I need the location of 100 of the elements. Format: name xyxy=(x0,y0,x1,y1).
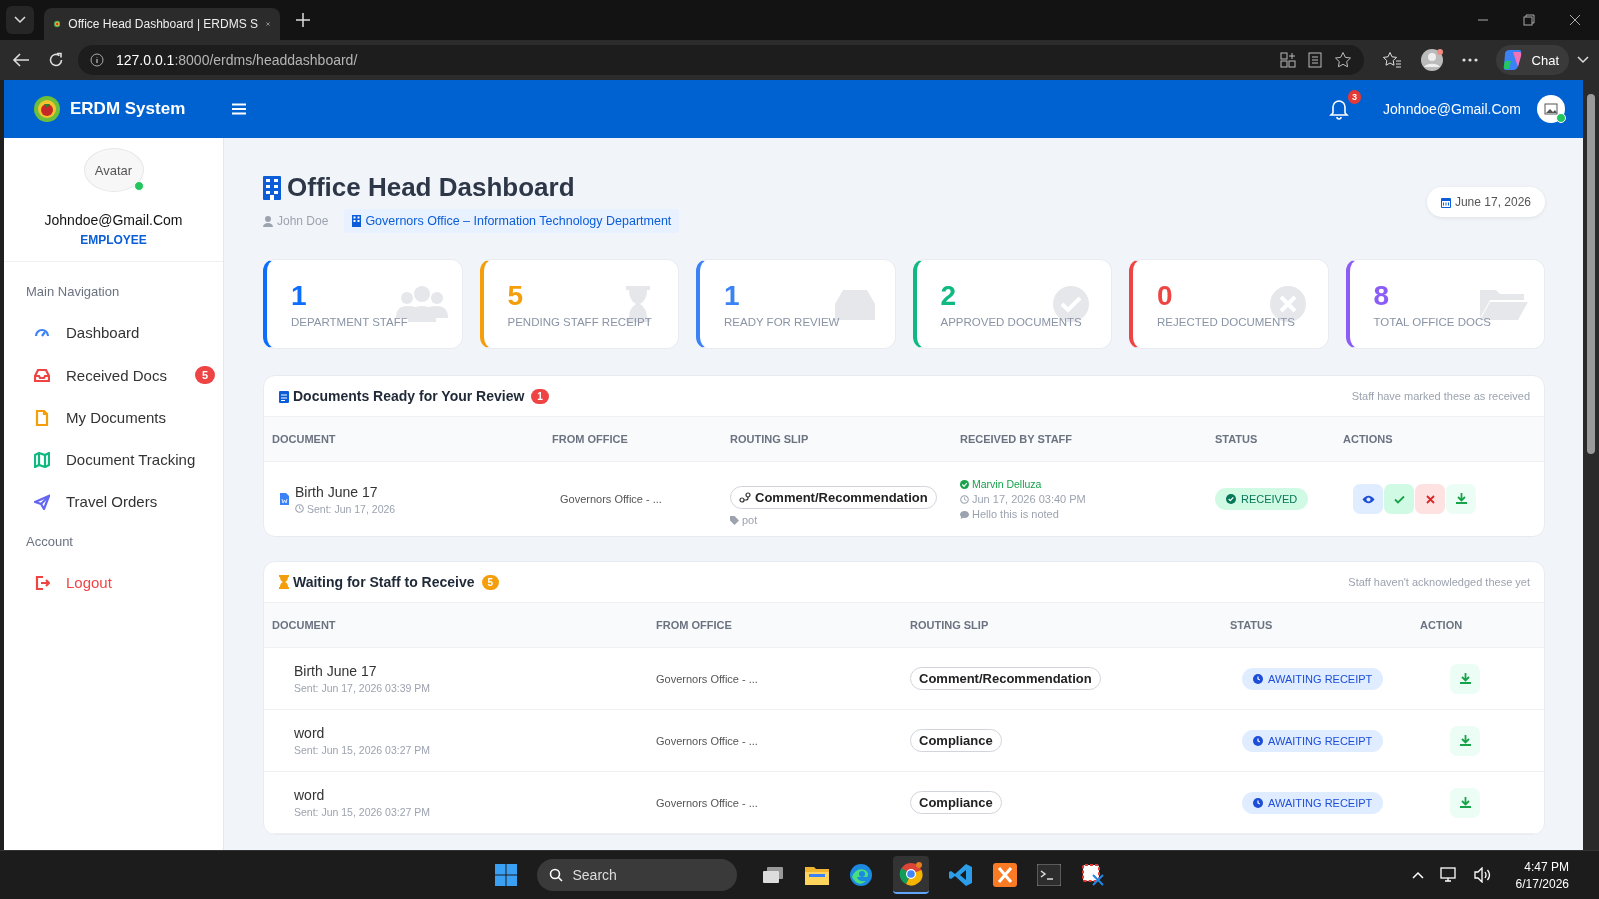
favorites-icon[interactable] xyxy=(1381,51,1402,69)
sent-date: Sent: Jun 15, 2026 03:27 PM xyxy=(294,806,431,818)
folder-icon[interactable] xyxy=(804,865,829,885)
stat-label: READY FOR REVIEW xyxy=(724,316,841,328)
start-icon[interactable] xyxy=(494,864,517,886)
tab-list-button[interactable] xyxy=(6,6,34,34)
user-email: Johndoe@Gmail.Com xyxy=(44,212,183,228)
code-editor-icon[interactable] xyxy=(948,863,973,887)
server-app-icon[interactable] xyxy=(992,863,1017,887)
restore-icon[interactable] xyxy=(1523,14,1535,26)
user-avatar[interactable] xyxy=(1537,95,1565,123)
close-icon[interactable] xyxy=(1569,14,1581,26)
calendar-icon xyxy=(1440,196,1451,208)
section-heading: Account xyxy=(25,533,74,551)
column-header: FROM OFFICE xyxy=(656,619,733,631)
hourglass-icon xyxy=(279,575,289,589)
column-header: FROM OFFICE xyxy=(552,433,629,445)
stat-value: 1 xyxy=(724,280,740,312)
search-icon xyxy=(548,868,563,882)
column-header: DOCUMENT xyxy=(272,433,337,445)
profile-icon[interactable] xyxy=(1419,48,1444,72)
download-button[interactable] xyxy=(1446,484,1476,514)
back-icon[interactable] xyxy=(12,52,30,68)
download-button[interactable] xyxy=(1450,787,1480,818)
browser-taskbar-button[interactable] xyxy=(892,856,929,894)
nav-item[interactable]: My Documents xyxy=(4,396,223,438)
chevron-up-icon[interactable] xyxy=(1411,871,1424,879)
snipping-tool-icon[interactable] xyxy=(1080,863,1105,887)
nav-item[interactable]: Dashboard xyxy=(4,311,223,353)
info-icon xyxy=(90,53,104,67)
clock-icon xyxy=(1253,797,1263,808)
clock-icon xyxy=(1253,673,1263,684)
menu-icon[interactable] xyxy=(232,103,246,115)
online-indicator xyxy=(1556,113,1566,123)
panel-title: Documents Ready for Your Review xyxy=(293,388,525,404)
chevron-down-icon[interactable] xyxy=(1577,56,1589,64)
url-path: :8000/erdms/headdashboard/ xyxy=(174,52,358,68)
close-icon[interactable] xyxy=(266,19,270,29)
apps-icon[interactable] xyxy=(1279,52,1296,68)
user-name: John Doe xyxy=(277,214,329,228)
browser-icon xyxy=(898,862,923,886)
view-button[interactable] xyxy=(1353,484,1383,514)
column-header: RECEIVED BY STAFF xyxy=(960,433,1074,445)
nav-item[interactable]: Document Tracking xyxy=(4,438,223,480)
check-circle-icon xyxy=(960,479,969,489)
more-icon[interactable] xyxy=(1461,58,1478,62)
task-view-icon[interactable] xyxy=(760,865,785,885)
system-clock[interactable]: 4:47 PM 6/17/2026 xyxy=(1515,859,1569,891)
document-name: Birth June 17 xyxy=(294,663,378,679)
stat-value: 2 xyxy=(940,280,957,312)
panel-title: Waiting for Staff to Receive xyxy=(293,574,475,590)
download-button[interactable] xyxy=(1450,725,1480,756)
user-icon xyxy=(263,215,273,227)
network-icon[interactable] xyxy=(1439,867,1458,883)
date-badge: June 17, 2026 xyxy=(1426,187,1545,217)
sent-date: Sent: Jun 17, 2026 xyxy=(295,502,396,515)
star-icon[interactable] xyxy=(1333,51,1352,69)
download-icon xyxy=(1455,493,1467,505)
document-name: Birth June 17 xyxy=(295,483,379,500)
notification-count: 3 xyxy=(1348,90,1362,104)
clipboard-icon xyxy=(279,389,289,403)
new-tab-icon[interactable] xyxy=(296,13,310,27)
office-name: Governors Office - ... xyxy=(656,796,759,809)
logo-icon xyxy=(34,96,60,122)
stat-label: DEPARTMENT STAFF xyxy=(291,316,409,328)
stat-value: 1 xyxy=(291,280,307,312)
building-icon xyxy=(263,175,281,200)
building-icon xyxy=(352,215,362,227)
edge-icon[interactable] xyxy=(848,863,873,887)
download-button[interactable] xyxy=(1450,663,1480,694)
terminal-icon[interactable] xyxy=(1036,864,1061,886)
stat-label: APPROVED DOCUMENTS xyxy=(940,316,1083,328)
search-field[interactable]: Search xyxy=(536,859,737,891)
stat-label: TOTAL OFFICE DOCS xyxy=(1373,316,1492,328)
nav-item[interactable]: Travel Orders xyxy=(4,480,223,522)
browser-tab[interactable]: Office Head Dashboard | ERDMS S xyxy=(44,8,280,40)
status-badge: RECEIVED xyxy=(1215,488,1309,510)
stat-label: PENDING STAFF RECEIPT xyxy=(507,316,653,328)
x-icon xyxy=(1425,494,1435,504)
reject-button[interactable] xyxy=(1415,484,1445,514)
count-badge: 5 xyxy=(194,366,215,384)
scrollbar[interactable] xyxy=(1583,80,1599,850)
reload-icon[interactable] xyxy=(48,52,64,68)
office-name: Governors Office - ... xyxy=(656,672,759,685)
image-icon xyxy=(1544,103,1558,115)
nav-item[interactable]: Received Docs 5 xyxy=(4,353,223,396)
stat-label: REJECTED DOCUMENTS xyxy=(1157,316,1296,328)
notification-button[interactable]: 3 xyxy=(1329,90,1362,120)
user-email[interactable]: Johndoe@Gmail.Com xyxy=(1383,101,1521,117)
nav-item[interactable]: Logout xyxy=(4,561,223,603)
chat-button[interactable]: Chat xyxy=(1495,45,1569,75)
address-bar[interactable]: 127.0.0.1:8000/erdms/headdashboard/ xyxy=(78,45,1364,75)
tag-label: pot xyxy=(730,514,758,526)
eye-icon xyxy=(1361,494,1375,504)
received-time: Jun 17, 2026 03:40 PM xyxy=(960,493,1215,505)
panel-note: Staff have marked these as received xyxy=(1351,390,1530,402)
reader-icon[interactable] xyxy=(1307,52,1322,68)
column-header: ACTION xyxy=(1420,619,1464,631)
volume-icon[interactable] xyxy=(1473,867,1492,883)
column-header: STATUS xyxy=(1230,619,1274,631)
